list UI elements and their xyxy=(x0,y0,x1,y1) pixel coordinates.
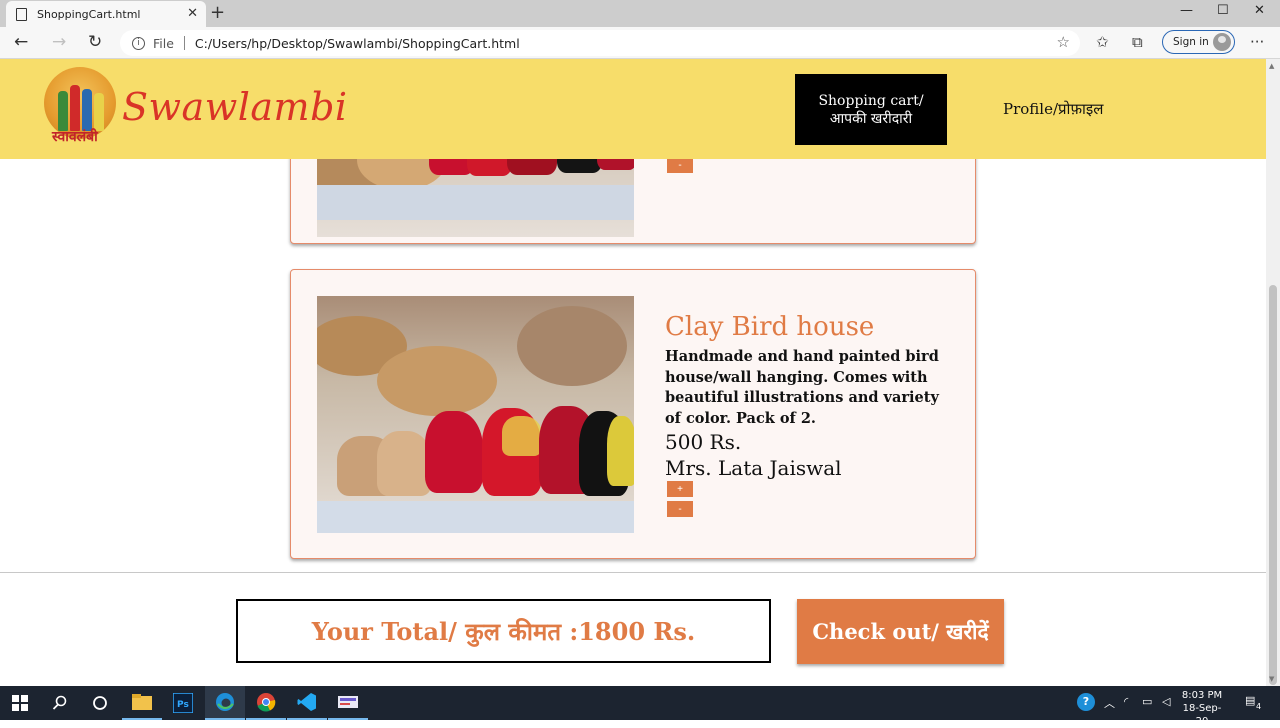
task-view-icon[interactable] xyxy=(80,686,120,720)
close-window-icon[interactable]: ✕ xyxy=(1254,3,1265,18)
info-icon[interactable]: i xyxy=(132,36,145,50)
increase-quantity-button[interactable]: + xyxy=(667,481,693,497)
scroll-up-icon[interactable]: ▲ xyxy=(1269,62,1274,70)
url-separator xyxy=(183,36,185,50)
product-image xyxy=(317,296,634,533)
nav-cart-label: Shopping cart/ xyxy=(818,92,924,109)
logo-subtitle: स्वावलंबी xyxy=(52,129,98,145)
avatar-icon xyxy=(1213,33,1231,51)
scrollbar-thumb[interactable] xyxy=(1269,285,1277,685)
decrease-quantity-button[interactable]: - xyxy=(667,157,693,173)
notification-count: 4 xyxy=(1256,702,1262,711)
back-icon[interactable]: ← xyxy=(14,32,28,52)
product-seller: Mrs. Lata Jaiswal xyxy=(665,456,842,480)
footer-divider xyxy=(0,572,1266,573)
new-tab-button[interactable]: + xyxy=(210,2,225,23)
cart-item-card: Clay Bird house Handmade and hand painte… xyxy=(290,269,976,559)
collections-icon[interactable]: ⧉ xyxy=(1132,33,1143,51)
tab-title: ShoppingCart.html xyxy=(37,7,141,21)
chrome-icon[interactable] xyxy=(246,686,286,720)
system-clock[interactable]: 8:03 PM 18-Sep-20 xyxy=(1180,689,1224,728)
clock-date: 18-Sep-20 xyxy=(1182,703,1222,727)
favorite-star-icon[interactable]: ☆ xyxy=(1057,33,1070,51)
close-tab-icon[interactable]: ✕ xyxy=(187,6,198,21)
nav-profile[interactable]: Profile/प्रोफ़ाइल xyxy=(1003,99,1103,119)
decrease-quantity-button[interactable]: - xyxy=(667,501,693,517)
wifi-icon[interactable]: ◜ xyxy=(1124,695,1128,708)
nav-cart-label-hindi: आपकी खरीदारी xyxy=(829,110,913,127)
page-viewport: - Clay Bird house Handmade and hand pain… xyxy=(0,59,1266,686)
notification-icon[interactable]: ▤ xyxy=(1245,694,1255,707)
photoshop-icon[interactable]: Ps xyxy=(163,686,203,720)
checkout-button[interactable]: Check out/ खरीदें xyxy=(797,599,1004,664)
svg-text:Ps: Ps xyxy=(177,700,189,710)
refresh-icon[interactable]: ↻ xyxy=(88,32,102,52)
more-options-icon[interactable]: ··· xyxy=(1250,33,1264,51)
help-icon[interactable]: ? xyxy=(1077,693,1095,711)
browser-tab-strip: ShoppingCart.html ✕ + — ☐ ✕ xyxy=(0,0,1280,27)
app-icon[interactable] xyxy=(328,686,368,720)
product-title: Clay Bird house xyxy=(665,312,875,342)
cart-total: Your Total/ कुल कीमत :1800 Rs. xyxy=(236,599,771,663)
search-icon[interactable] xyxy=(40,686,80,720)
brand-name[interactable]: Swawlambi xyxy=(122,85,348,129)
forward-icon[interactable]: → xyxy=(52,32,66,52)
url-scheme: File xyxy=(153,35,174,51)
volume-icon[interactable]: ◁ xyxy=(1162,695,1170,708)
windows-taskbar: Ps ? ︿ ◜ ▭ ◁ 8:03 PM 18-Sep-20 ▤ 4 xyxy=(0,686,1280,727)
browser-tab[interactable]: ShoppingCart.html ✕ xyxy=(6,1,206,27)
site-header: स्वावलंबी Swawlambi Shopping cart/ आपकी … xyxy=(0,59,1266,159)
favorites-icon[interactable]: ✩ xyxy=(1096,33,1109,51)
page-scrollbar[interactable]: ▲ ▼ xyxy=(1266,59,1280,686)
clock-time: 8:03 PM xyxy=(1181,690,1223,701)
start-icon[interactable] xyxy=(0,686,40,720)
minimize-icon[interactable]: — xyxy=(1180,3,1193,18)
scroll-down-icon[interactable]: ▼ xyxy=(1269,675,1274,683)
product-description: Handmade and hand painted bird house/wal… xyxy=(665,348,939,427)
product-price: 500 Rs. xyxy=(665,430,742,454)
document-icon xyxy=(16,7,27,21)
vscode-icon[interactable] xyxy=(287,686,327,720)
nav-shopping-cart[interactable]: Shopping cart/ आपकी खरीदारी xyxy=(795,74,947,145)
file-explorer-icon[interactable] xyxy=(122,686,162,720)
address-toolbar: ← → ↻ i File C:/Users/hp/Desktop/Swawlam… xyxy=(0,27,1280,59)
edge-icon[interactable] xyxy=(205,686,245,720)
chevron-up-icon[interactable]: ︿ xyxy=(1104,695,1115,711)
maximize-icon[interactable]: ☐ xyxy=(1217,3,1229,18)
address-input[interactable]: i File C:/Users/hp/Desktop/Swawlambi/Sho… xyxy=(120,30,1080,56)
url-text: C:/Users/hp/Desktop/Swawlambi/ShoppingCa… xyxy=(194,35,520,51)
sign-in-button[interactable]: Sign in xyxy=(1162,30,1235,54)
battery-icon[interactable]: ▭ xyxy=(1142,695,1152,708)
sign-in-label: Sign in xyxy=(1173,36,1209,48)
